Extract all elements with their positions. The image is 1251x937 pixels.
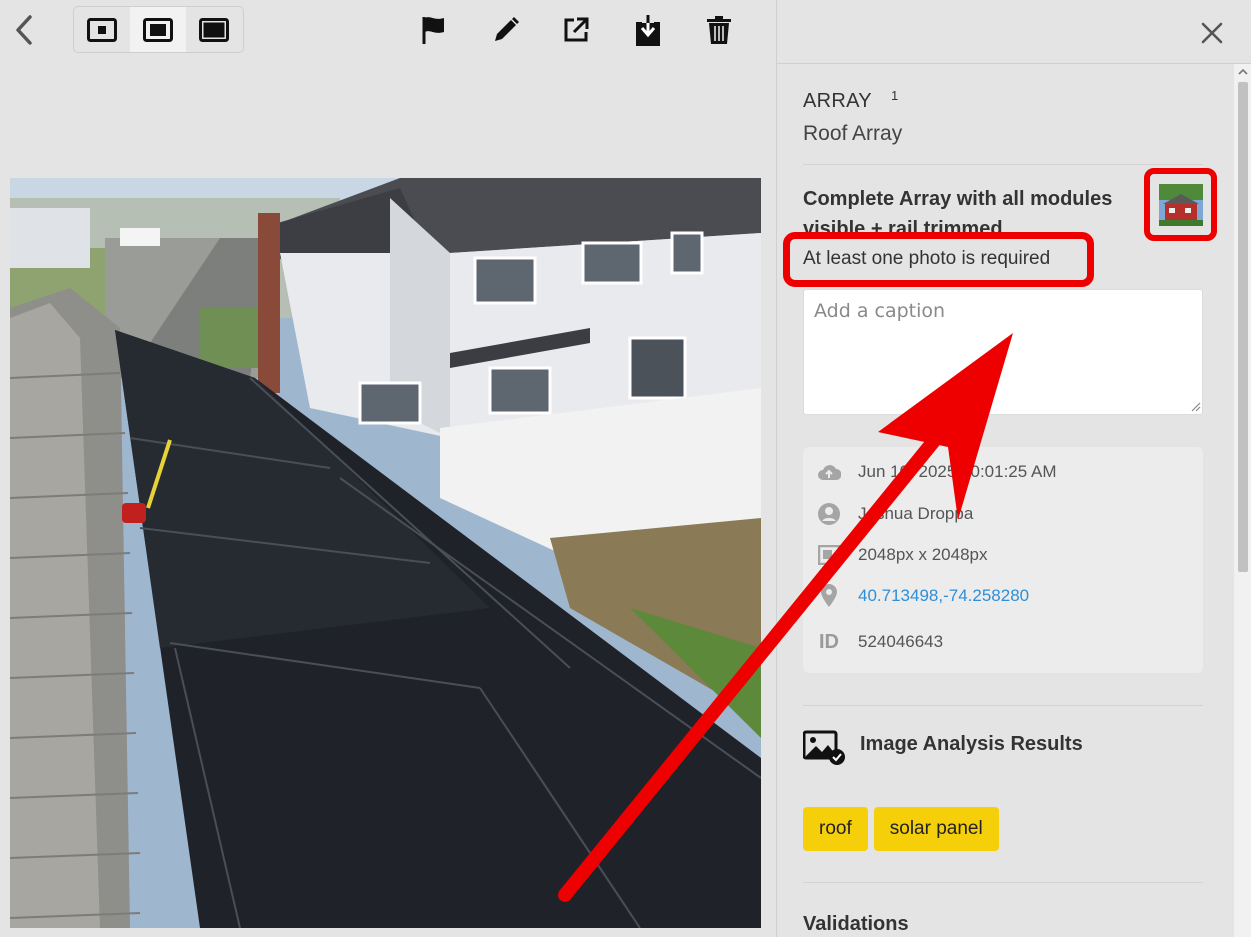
meta-id: ID 524046643	[803, 627, 1203, 657]
id-icon: ID	[819, 630, 839, 653]
view-size-toggle	[73, 6, 244, 53]
meta-uploaded: Jun 10, 2025 10:01:25 AM	[803, 457, 1203, 487]
delete-button[interactable]	[703, 10, 735, 50]
size-medium-button[interactable]	[130, 7, 186, 52]
trash-icon	[707, 16, 731, 44]
requirement-title: Complete Array with all modules visible …	[803, 188, 1113, 238]
chevron-left-icon	[16, 15, 32, 45]
cloud-upload-icon	[817, 460, 841, 484]
download-icon	[636, 15, 660, 46]
tag-roof: roof	[803, 807, 868, 851]
detail-panel: ARRAY 1 Roof Array Complete Array with a…	[776, 0, 1251, 937]
flag-icon	[422, 17, 444, 44]
size-small-button[interactable]	[74, 7, 130, 52]
download-button[interactable]	[632, 10, 664, 50]
meta-dimensions: 2048px x 2048px	[803, 540, 1203, 570]
edit-button[interactable]	[490, 10, 522, 50]
map-pin-icon	[817, 584, 841, 608]
section-title: Roof Array	[803, 122, 903, 145]
open-external-button[interactable]	[560, 10, 592, 50]
large-frame-icon	[199, 17, 229, 42]
caption-input[interactable]	[803, 289, 1203, 415]
scroll-thumb[interactable]	[1238, 82, 1248, 572]
pencil-icon	[495, 17, 519, 41]
panel-scrollbar[interactable]	[1234, 64, 1251, 937]
photo-viewer	[0, 0, 776, 937]
back-button[interactable]	[10, 12, 40, 48]
divider	[803, 164, 1203, 165]
image-dimensions: 2048px x 2048px	[858, 545, 988, 564]
meta-location: 40.713498,-74.258280	[803, 581, 1203, 611]
small-frame-icon	[87, 17, 117, 42]
scroll-up-arrow-icon[interactable]	[1237, 66, 1249, 78]
section-label: ARRAY	[803, 90, 872, 112]
section-count: 1	[891, 88, 899, 103]
flag-button[interactable]	[418, 10, 450, 50]
meta-user: Joshua Droppa	[803, 499, 1203, 529]
divider	[803, 882, 1203, 883]
size-large-button[interactable]	[186, 7, 242, 52]
thumbnail-image	[1158, 183, 1203, 226]
upload-timestamp: Jun 10, 2025 10:01:25 AM	[858, 462, 1057, 481]
location-link[interactable]: 40.713498,-74.258280	[858, 586, 1029, 606]
requirement-warning: At least one photo is required	[803, 248, 1051, 270]
tag-solar-panel: solar panel	[873, 807, 999, 851]
viewer-toolbar	[0, 0, 776, 62]
divider	[803, 705, 1203, 706]
close-button[interactable]	[1197, 18, 1227, 48]
validations-title: Validations	[803, 913, 909, 935]
image-check-icon	[803, 730, 845, 765]
photo-metadata: Jun 10, 2025 10:01:25 AM Joshua Droppa 2…	[803, 447, 1203, 673]
analysis-title: Image Analysis Results	[860, 733, 1083, 755]
external-link-icon	[564, 17, 589, 42]
user-circle-icon	[817, 502, 841, 526]
roof-photo	[10, 178, 761, 928]
medium-frame-icon	[143, 17, 173, 42]
image-size-icon	[817, 543, 841, 567]
analysis-tags: roof solar panel	[803, 807, 999, 851]
photo-thumbnail[interactable]	[1144, 168, 1217, 241]
close-icon	[1201, 22, 1223, 44]
panel-header	[777, 0, 1251, 64]
photo-id: 524046643	[858, 632, 944, 651]
uploader-name: Joshua Droppa	[858, 504, 974, 523]
